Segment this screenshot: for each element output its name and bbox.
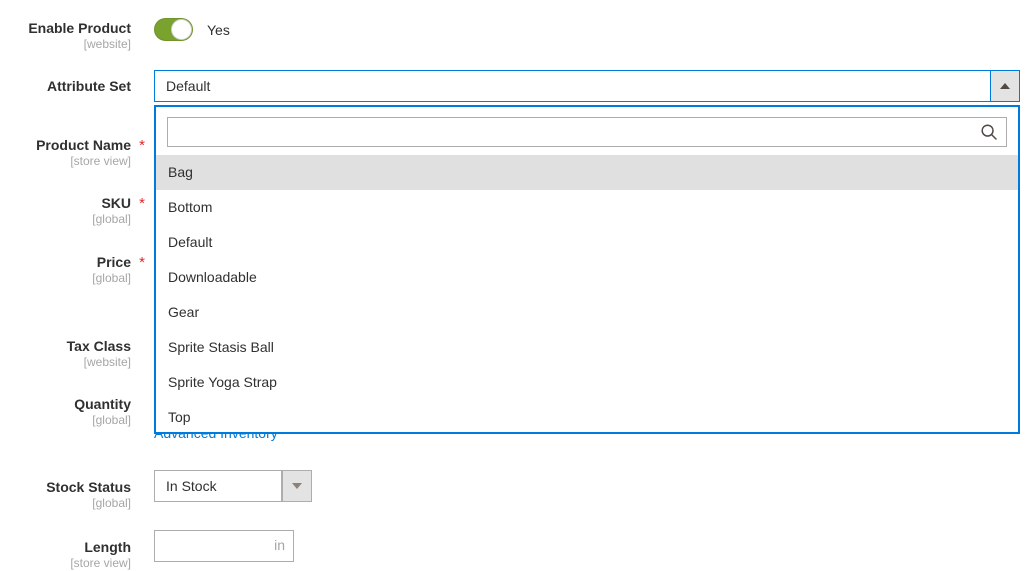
price-scope: [global] <box>92 271 131 286</box>
attribute-set-value: Default <box>166 78 211 94</box>
attribute-set-search-wrap <box>167 117 1007 147</box>
product-name-scope: [store view] <box>70 154 131 169</box>
length-field: in <box>154 530 294 562</box>
enable-product-field: Yes <box>154 18 230 41</box>
stock-status-select[interactable]: In Stock <box>154 470 312 502</box>
enable-product-label-col: Enable Product [website] <box>0 20 131 52</box>
enable-product-toggle-wrap: Yes <box>154 18 230 41</box>
attribute-set-option[interactable]: Bottom <box>156 190 1018 225</box>
product-name-label-col: Product Name * [store view] <box>0 137 145 169</box>
length-input[interactable] <box>154 530 294 562</box>
attribute-set-option[interactable]: Downloadable <box>156 260 1018 295</box>
attribute-set-option[interactable]: Top <box>156 400 1018 435</box>
sku-scope: [global] <box>92 212 131 227</box>
tax-class-label: Tax Class <box>66 338 131 354</box>
length-label-col: Length [store view] <box>0 539 131 571</box>
enable-product-scope: [website] <box>83 37 131 52</box>
attribute-set-label-col: Attribute Set <box>0 78 131 94</box>
price-label: Price <box>96 254 131 270</box>
sku-label: SKU <box>101 195 131 211</box>
price-required-indicator: * <box>139 254 145 271</box>
product-name-required-indicator: * <box>139 137 145 154</box>
enable-product-label: Enable Product <box>28 20 131 36</box>
enable-product-toggle[interactable] <box>154 18 193 41</box>
attribute-set-option[interactable]: Gear <box>156 295 1018 330</box>
length-input-wrap: in <box>154 530 294 562</box>
stock-status-value: In Stock <box>166 478 217 494</box>
chevron-up-icon <box>1000 83 1010 89</box>
quantity-label: Quantity <box>74 396 131 412</box>
tax-class-label-col: Tax Class [website] <box>0 338 131 370</box>
enable-product-toggle-value: Yes <box>207 21 230 38</box>
tax-class-scope: [website] <box>83 355 131 370</box>
search-icon[interactable] <box>980 123 998 141</box>
attribute-set-dropdown-toggle[interactable] <box>990 70 1020 102</box>
stock-status-dropdown-toggle[interactable] <box>282 470 312 502</box>
attribute-set-option[interactable]: Sprite Yoga Strap <box>156 365 1018 400</box>
attribute-set-option[interactable]: Sprite Stasis Ball <box>156 330 1018 365</box>
length-label: Length <box>84 539 131 555</box>
toggle-knob <box>171 19 192 40</box>
price-label-col: Price * [global] <box>0 254 145 286</box>
stock-status-label-col: Stock Status [global] <box>0 479 131 511</box>
attribute-set-option-list: Bag Bottom Default Downloadable Gear Spr… <box>156 155 1018 435</box>
attribute-set-option[interactable]: Default <box>156 225 1018 260</box>
product-form: Enable Product [website] Yes Attribute S… <box>0 0 1027 570</box>
chevron-down-icon <box>292 483 302 489</box>
quantity-scope: [global] <box>92 413 131 428</box>
attribute-set-input[interactable]: Default <box>154 70 1020 102</box>
stock-status-scope: [global] <box>92 496 131 511</box>
stock-status-field: In Stock <box>154 470 312 502</box>
length-scope: [store view] <box>70 556 131 571</box>
attribute-set-dropdown-panel: Bag Bottom Default Downloadable Gear Spr… <box>154 105 1020 434</box>
quantity-label-col: Quantity [global] <box>0 396 131 428</box>
attribute-set-option[interactable]: Bag <box>156 155 1018 190</box>
product-name-label: Product Name <box>36 137 131 153</box>
sku-required-indicator: * <box>139 195 145 212</box>
attribute-set-label: Attribute Set <box>47 78 131 94</box>
attribute-set-search-input[interactable] <box>167 117 1007 147</box>
sku-label-col: SKU * [global] <box>0 195 145 227</box>
stock-status-label: Stock Status <box>46 479 131 495</box>
